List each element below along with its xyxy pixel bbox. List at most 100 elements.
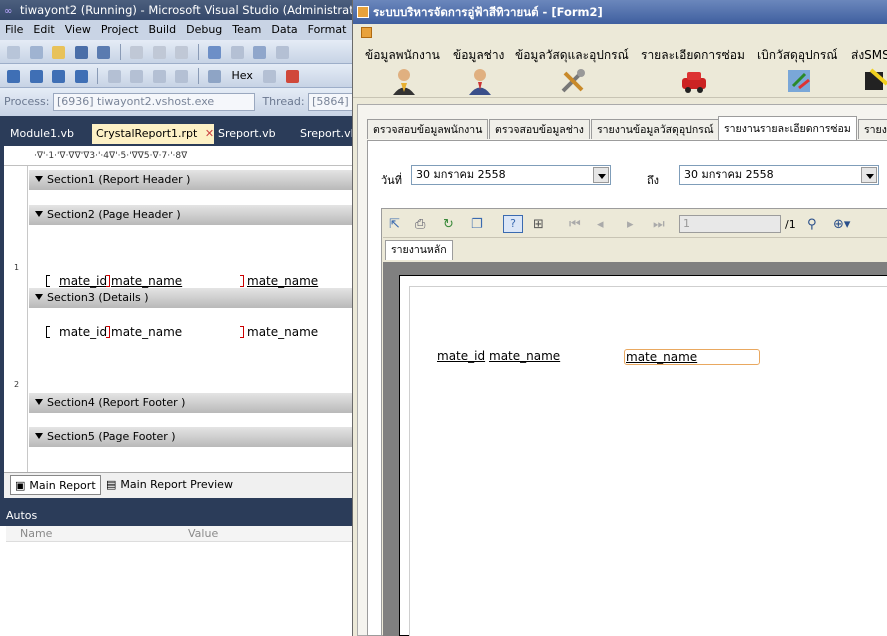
- horizontal-ruler[interactable]: ·ᐁ'·1·'ᐁ·ᐁᐁ'ᐁ3·'·4ᐁ'·5·'ᐁᐁ5·ᐁ·7·'·8ᐁ: [4, 146, 352, 166]
- header-field-mate-name[interactable]: mate_name: [111, 274, 182, 288]
- windows-dropdown-icon[interactable]: [285, 69, 299, 83]
- tab-module1[interactable]: Module1.vb: [6, 124, 78, 144]
- paste-icon[interactable]: [175, 45, 188, 59]
- detail-field-mate-name-2[interactable]: mate_name: [247, 325, 318, 339]
- next-page-icon[interactable]: ▸: [627, 217, 634, 232]
- stop-debugging-icon[interactable]: [52, 69, 65, 83]
- preview-mate-name-2[interactable]: mate_name: [624, 349, 760, 365]
- menu-repair-details[interactable]: รายละเอียดการซ่อม: [641, 46, 745, 65]
- withdraw-icon[interactable]: [785, 66, 815, 96]
- menu-project[interactable]: Project: [96, 23, 144, 36]
- menu-team[interactable]: Team: [227, 23, 266, 36]
- autos-panel-title[interactable]: Autos: [0, 506, 352, 526]
- menu-edit[interactable]: Edit: [28, 23, 59, 36]
- tab-sreport[interactable]: Sreport.vb: [214, 124, 280, 144]
- show-next-statement-icon[interactable]: [107, 69, 121, 83]
- menu-file[interactable]: File: [0, 23, 28, 36]
- menu-view[interactable]: View: [60, 23, 96, 36]
- section-report-footer[interactable]: Section4 (Report Footer ): [29, 393, 352, 413]
- quick-watch-icon[interactable]: [208, 69, 221, 83]
- detail-field-mate-name[interactable]: mate_name: [111, 325, 182, 339]
- help-icon[interactable]: ?: [503, 215, 523, 233]
- copy-icon[interactable]: [152, 45, 166, 59]
- menu-materials[interactable]: ข้อมูลวัสดุและอุปกรณ์: [515, 46, 629, 65]
- last-page-icon[interactable]: ⏭: [653, 217, 665, 232]
- viewer-main-report-tab[interactable]: รายงานหลัก: [385, 240, 453, 260]
- mdi-child-icon[interactable]: [361, 27, 372, 38]
- navigate-backward-icon[interactable]: [253, 45, 266, 59]
- autos-col-name[interactable]: Name: [20, 526, 52, 542]
- step-out-icon[interactable]: [175, 69, 188, 83]
- car-icon[interactable]: [679, 66, 709, 96]
- open-folder-icon[interactable]: [52, 45, 65, 59]
- menu-withdraw-materials[interactable]: เบิกวัสดุอุปกรณ์: [757, 46, 838, 65]
- hex-toggle[interactable]: Hex: [232, 69, 253, 82]
- section-details[interactable]: Section3 (Details ): [29, 288, 352, 308]
- menu-data[interactable]: Data: [266, 23, 302, 36]
- add-item-icon[interactable]: [29, 45, 43, 59]
- menu-format[interactable]: Format: [303, 23, 352, 36]
- sms-icon[interactable]: [861, 66, 887, 96]
- tab-main-report[interactable]: ▣ Main Report: [10, 475, 101, 495]
- menu-debug[interactable]: Debug: [181, 23, 227, 36]
- breakpoint-icon[interactable]: [263, 69, 277, 83]
- tab-main-report-preview[interactable]: ▤ Main Report Preview: [102, 475, 237, 495]
- toolbar-separator: [197, 68, 199, 84]
- previous-page-icon[interactable]: ◂: [597, 217, 604, 232]
- autos-col-value[interactable]: Value: [188, 526, 218, 542]
- save-icon[interactable]: [74, 45, 88, 59]
- zoom-icon[interactable]: ⊕▾: [833, 217, 850, 232]
- ruler-mark-2: 2: [14, 380, 20, 389]
- group-tree-icon[interactable]: ⊞: [533, 217, 544, 232]
- thread-combo[interactable]: [5864]: [308, 93, 352, 111]
- tab-crystalreport1[interactable]: CrystalReport1.rpt ✕: [92, 124, 214, 144]
- page-number-input[interactable]: 1: [679, 215, 781, 233]
- menu-build[interactable]: Build: [143, 23, 181, 36]
- close-tab-icon[interactable]: ✕: [205, 127, 214, 140]
- date-from-picker[interactable]: 30 มกราคม 2558: [411, 165, 611, 185]
- section-page-footer[interactable]: Section5 (Page Footer ): [29, 427, 352, 447]
- collapse-arrow-icon: [35, 433, 43, 439]
- navigate-forward-icon[interactable]: [275, 45, 289, 59]
- menu-send-sms[interactable]: ส่งSMS: [851, 46, 887, 65]
- refresh-icon[interactable]: ↻: [443, 217, 454, 232]
- copy-icon[interactable]: ❐: [471, 217, 483, 232]
- employee-icon[interactable]: [389, 66, 419, 96]
- dropdown-arrow-icon[interactable]: [593, 167, 609, 183]
- autos-panel[interactable]: [0, 526, 352, 636]
- continue-icon[interactable]: [7, 69, 20, 83]
- vs-title-bar[interactable]: ∞ tiwayont2 (Running) - Microsoft Visual …: [0, 0, 352, 20]
- export-icon[interactable]: ⇱: [389, 217, 400, 232]
- tab-sreport-2[interactable]: Sreport.vb: [296, 124, 352, 144]
- redo-icon[interactable]: [230, 45, 244, 59]
- header-field-mate-name-2[interactable]: mate_name: [247, 274, 318, 288]
- menu-employee[interactable]: ข้อมูลพนักงาน: [365, 46, 440, 65]
- tools-icon[interactable]: [558, 66, 588, 96]
- step-over-icon[interactable]: [152, 69, 166, 83]
- detail-field-mate-id[interactable]: mate_id: [59, 325, 107, 339]
- print-icon[interactable]: ⎙: [415, 217, 425, 232]
- tab-check-employee[interactable]: ตรวจสอบข้อมูลพนักงาน: [367, 119, 489, 139]
- find-icon[interactable]: ⚲: [807, 217, 817, 232]
- date-to-picker[interactable]: 30 มกราคม 2558: [679, 165, 879, 185]
- header-field-mate-id[interactable]: mate_id: [59, 274, 107, 288]
- new-project-icon[interactable]: [7, 45, 20, 59]
- first-page-icon[interactable]: ⏮: [569, 217, 581, 232]
- undo-icon[interactable]: [208, 45, 221, 59]
- cut-icon[interactable]: [130, 45, 143, 59]
- tab-repair-report[interactable]: รายงานรายละเอียดการซ่อม: [718, 116, 857, 140]
- menu-mechanic[interactable]: ข้อมูลช่าง: [453, 46, 504, 65]
- process-combo[interactable]: [6936] tiwayont2.vshost.exe: [52, 93, 255, 111]
- step-into-icon[interactable]: [130, 69, 143, 83]
- tab-more[interactable]: รายง: [858, 119, 887, 139]
- section-page-header[interactable]: Section2 (Page Header ): [29, 205, 352, 225]
- save-all-icon[interactable]: [97, 45, 110, 59]
- dropdown-arrow-icon[interactable]: [861, 167, 877, 183]
- form-title-bar[interactable]: ระบบบริหารจัดการอู่ฟ้าสีทิวายนต์ - [Form…: [353, 0, 887, 24]
- tab-materials-report[interactable]: รายงานข้อมูลวัสดุอุปกรณ์: [591, 119, 720, 139]
- tab-check-mechanic[interactable]: ตรวจสอบข้อมูลช่าง: [489, 119, 590, 139]
- break-all-icon[interactable]: [29, 69, 43, 83]
- section-report-header[interactable]: Section1 (Report Header ): [29, 170, 352, 190]
- restart-icon[interactable]: [74, 69, 88, 83]
- mechanic-icon[interactable]: [465, 66, 495, 96]
